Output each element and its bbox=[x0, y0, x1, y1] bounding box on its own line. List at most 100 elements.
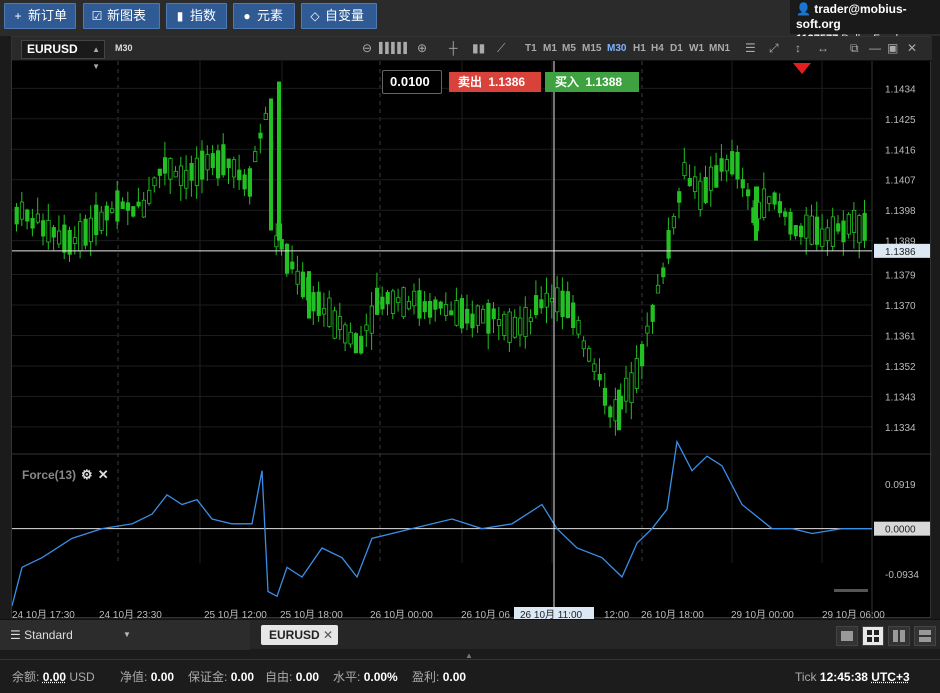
candle-body bbox=[327, 297, 332, 327]
trendline-icon[interactable]: ⤢ bbox=[769, 41, 779, 56]
layout-columns-icon[interactable] bbox=[888, 626, 910, 646]
candle-body bbox=[57, 230, 62, 245]
lot-size-input[interactable]: 0.0100 bbox=[382, 70, 442, 94]
bar-chart-type-icon[interactable]: ┼ bbox=[449, 41, 458, 55]
candle-body bbox=[104, 205, 109, 221]
horizontal-lines-icon[interactable]: ☰ bbox=[745, 41, 756, 55]
maximize-icon[interactable]: ▣ bbox=[887, 41, 898, 55]
layout-rows-icon[interactable] bbox=[914, 626, 936, 646]
time-tick-label: 12:00 bbox=[604, 610, 629, 619]
tf-h1[interactable]: H1 bbox=[633, 43, 646, 54]
horizontal-line-icon[interactable]: ↔ bbox=[817, 41, 829, 55]
force-indicator-line bbox=[12, 439, 872, 607]
chart-plot-area[interactable]: 1.14341.14251.14161.14071.13981.13891.13… bbox=[12, 61, 932, 619]
zoom-slider[interactable]: ▌▌▌▌▌ bbox=[379, 43, 410, 54]
balance-value[interactable]: 0.00 bbox=[43, 670, 66, 684]
tf-m5[interactable]: M5 bbox=[562, 43, 576, 54]
candle-body bbox=[677, 191, 682, 203]
candle-body bbox=[406, 301, 412, 310]
candle-body bbox=[41, 220, 46, 237]
symbol-tab[interactable]: EURUSD ✕ bbox=[261, 625, 338, 645]
app-window: + 新订单 ☑ 新图表 ▮ 指数 ● 元素 ◇ 自变量 👤 trader@mobius-s… bbox=[0, 0, 940, 693]
candle-body bbox=[512, 316, 518, 338]
candle-body bbox=[624, 377, 629, 402]
candle-body bbox=[555, 287, 560, 313]
tf-m15[interactable]: M15 bbox=[582, 43, 601, 54]
tf-m30[interactable]: M30 bbox=[607, 43, 626, 54]
price-tick-label: 1.1334 bbox=[885, 423, 916, 434]
candle-body bbox=[178, 165, 184, 186]
buy-button[interactable]: 买入 1.1388 bbox=[545, 72, 639, 92]
candle-body bbox=[83, 218, 88, 246]
candle-chart-type-icon[interactable]: ▮▮ bbox=[472, 41, 485, 55]
sell-button[interactable]: 卖出 1.1386 bbox=[449, 72, 541, 92]
candle-body bbox=[666, 230, 671, 259]
tick-label: Tick bbox=[795, 670, 817, 684]
free-margin-value: 0.00 bbox=[295, 670, 320, 684]
candle-body bbox=[841, 220, 846, 243]
candle-body bbox=[115, 190, 120, 222]
tf-t1[interactable]: T1 bbox=[525, 43, 537, 54]
candle-body bbox=[480, 308, 486, 324]
symbol-tab-label: EURUSD bbox=[269, 628, 320, 642]
tf-d1[interactable]: D1 bbox=[670, 43, 683, 54]
candle-body bbox=[269, 98, 273, 231]
chart-header: EURUSD ▲ ▼ M30 ⊖ ▌▌▌▌▌ ⊕ ┼ ▮▮ ⟋ T1 M1 M5 … bbox=[12, 37, 932, 71]
close-icon[interactable]: ✕ bbox=[907, 41, 917, 55]
candle-body bbox=[237, 169, 242, 181]
candle-body bbox=[523, 307, 528, 338]
zoom-out-icon[interactable]: ⊖ bbox=[362, 41, 372, 55]
account-info[interactable]: 👤 trader@mobius-soft.org 1137577 Dollar … bbox=[790, 0, 940, 45]
layout-single-icon[interactable] bbox=[836, 626, 858, 646]
candle-body bbox=[754, 186, 758, 241]
tf-m1[interactable]: M1 bbox=[543, 43, 557, 54]
current-timeframe: M30 bbox=[115, 43, 133, 53]
candle-body bbox=[852, 209, 857, 233]
candle-body bbox=[693, 176, 698, 192]
candle-body bbox=[348, 331, 353, 345]
profit-label: 盈利: bbox=[412, 670, 440, 684]
candle-body bbox=[629, 372, 634, 404]
remove-indicator-icon[interactable]: ✕ bbox=[98, 467, 109, 482]
shapes-icon: ● bbox=[243, 9, 251, 23]
candle-body bbox=[307, 271, 311, 319]
crosshair: 1.1386 26 10月 11:00 bbox=[12, 61, 930, 619]
zoom-in-icon[interactable]: ⊕ bbox=[417, 41, 427, 55]
workspace-selector[interactable]: ☰ Standard ▼ bbox=[0, 620, 250, 650]
candle-body bbox=[449, 310, 454, 316]
detach-window-icon[interactable]: ⧉ bbox=[850, 41, 859, 56]
candle-body bbox=[640, 344, 645, 367]
price-tick-label: 1.1343 bbox=[885, 392, 916, 403]
indicators-button[interactable]: ▮ 指数 bbox=[166, 3, 227, 29]
candle-body bbox=[761, 188, 767, 218]
candle-body bbox=[332, 310, 337, 339]
new-order-button[interactable]: + 新订单 bbox=[4, 3, 76, 29]
buy-price: 1.1388 bbox=[585, 75, 623, 89]
candle-body bbox=[205, 154, 210, 171]
candle-body bbox=[682, 162, 687, 176]
symbol-selector[interactable]: EURUSD ▲ ▼ bbox=[21, 40, 105, 71]
buy-label: 买入 bbox=[555, 75, 580, 89]
profit-value: 0.00 bbox=[442, 670, 467, 684]
vertical-line-icon[interactable]: ↕ bbox=[795, 41, 801, 55]
candle-body bbox=[152, 177, 157, 187]
tf-h4[interactable]: H4 bbox=[651, 43, 664, 54]
close-tab-icon[interactable]: ✕ bbox=[323, 625, 333, 645]
tf-mn1[interactable]: MN1 bbox=[709, 43, 730, 54]
elements-button[interactable]: ● 元素 bbox=[233, 3, 295, 29]
timezone-selector[interactable]: UTC+3 bbox=[871, 670, 909, 684]
candle-body bbox=[687, 178, 692, 187]
settings-gear-icon[interactable]: ⚙ bbox=[81, 467, 93, 482]
line-chart-type-icon[interactable]: ⟋ bbox=[497, 41, 505, 56]
candle-body bbox=[433, 299, 438, 310]
layout-grid-icon[interactable] bbox=[862, 626, 884, 646]
diamond-icon: ◇ bbox=[310, 9, 320, 23]
new-chart-button[interactable]: ☑ 新图表 bbox=[83, 3, 160, 29]
candle-body bbox=[226, 158, 231, 169]
variables-button[interactable]: ◇ 自变量 bbox=[301, 3, 377, 29]
tf-w1[interactable]: W1 bbox=[689, 43, 704, 54]
user-icon: 👤 bbox=[796, 2, 811, 16]
minimize-icon[interactable]: — bbox=[869, 41, 881, 55]
candle-body bbox=[184, 170, 189, 189]
candle-body bbox=[597, 374, 602, 381]
